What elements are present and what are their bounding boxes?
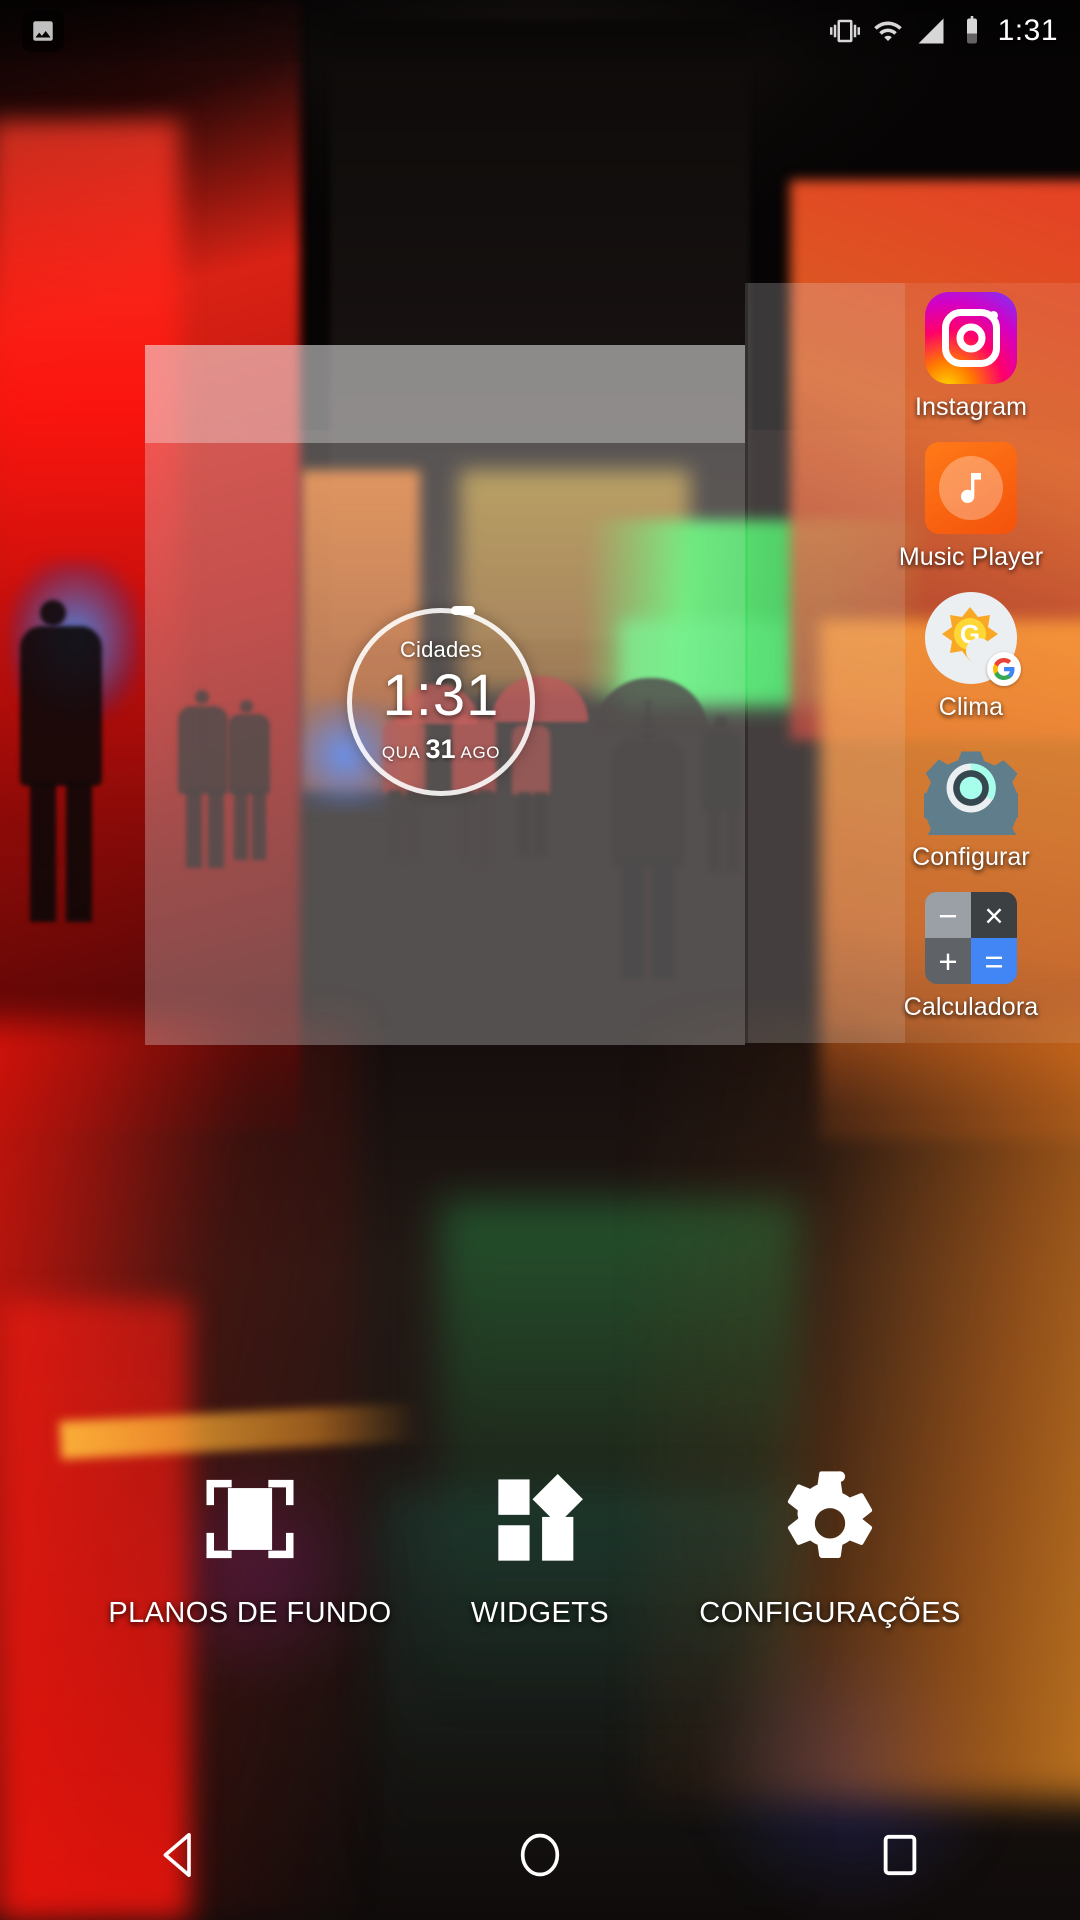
app-label-configurar: Configurar [912,843,1030,871]
app-item-configurar[interactable]: Configurar [862,740,1080,872]
back-triangle-icon[interactable] [105,1790,255,1920]
calc-key-equals: = [971,938,1017,984]
recents-square-icon[interactable] [825,1790,975,1920]
app-item-calculadora[interactable]: − × + = Calculadora [862,890,1080,1022]
music-note-icon[interactable] [923,440,1019,536]
settings-gear-icon[interactable] [774,1463,886,1575]
clock-ring [347,608,535,796]
action-settings[interactable]: CONFIGURAÇÕES [685,1463,975,1630]
action-widgets[interactable]: WIDGETS [395,1463,685,1630]
status-bar-system-icons[interactable]: 1:31 [829,14,1058,48]
calc-key-times: × [971,892,1017,938]
home-settings-action-bar: PLANOS DE FUNDO WIDGETS CONFIGURAÇÕES [0,1463,1080,1630]
calculator-icon[interactable]: − × + = [923,890,1019,986]
clock-widget[interactable]: Cidades 1:31 QUA 31 AGO [347,608,535,796]
image-notification-icon[interactable] [22,10,64,52]
instagram-icon[interactable] [923,290,1019,386]
app-dock-column: Instagram Music Player G Clima Configura… [862,290,1080,1022]
wallpaper-icon[interactable] [194,1463,306,1575]
app-item-clima[interactable]: G Clima [862,590,1080,722]
action-label-wallpapers: PLANOS DE FUNDO [108,1597,392,1629]
widgets-icon[interactable] [484,1463,596,1575]
status-bar[interactable]: 1:31 [0,0,1080,62]
app-label-music-player: Music Player [898,543,1044,571]
status-bar-clock: 1:31 [997,14,1058,47]
app-item-music-player[interactable]: Music Player [862,440,1080,572]
signal-icon [918,18,944,44]
google-badge-icon [987,652,1021,686]
app-item-instagram[interactable]: Instagram [862,290,1080,422]
calc-key-minus: − [925,892,971,938]
battery-icon [966,16,977,44]
wifi-icon [873,21,902,41]
vibrate-icon [829,19,860,43]
status-bar-notifications[interactable] [22,10,64,52]
home-screen: 1:31 Cidades 1:31 QUA 31 AGO Instagram M… [0,0,1080,1920]
action-label-settings: CONFIGURAÇÕES [699,1597,961,1629]
home-circle-icon[interactable] [465,1790,615,1920]
app-label-calculadora: Calculadora [903,993,1039,1021]
widget-drop-region-highlight [145,345,745,443]
action-label-widgets: WIDGETS [470,1597,610,1629]
app-label-instagram: Instagram [914,393,1028,421]
action-wallpapers[interactable]: PLANOS DE FUNDO [105,1463,395,1630]
weather-sun-cloud-icon[interactable]: G [923,590,1021,686]
gear-icon[interactable] [923,740,1019,836]
navigation-bar [0,1790,1080,1920]
calc-key-plus: + [925,938,971,984]
app-label-clima: Clima [938,693,1004,721]
